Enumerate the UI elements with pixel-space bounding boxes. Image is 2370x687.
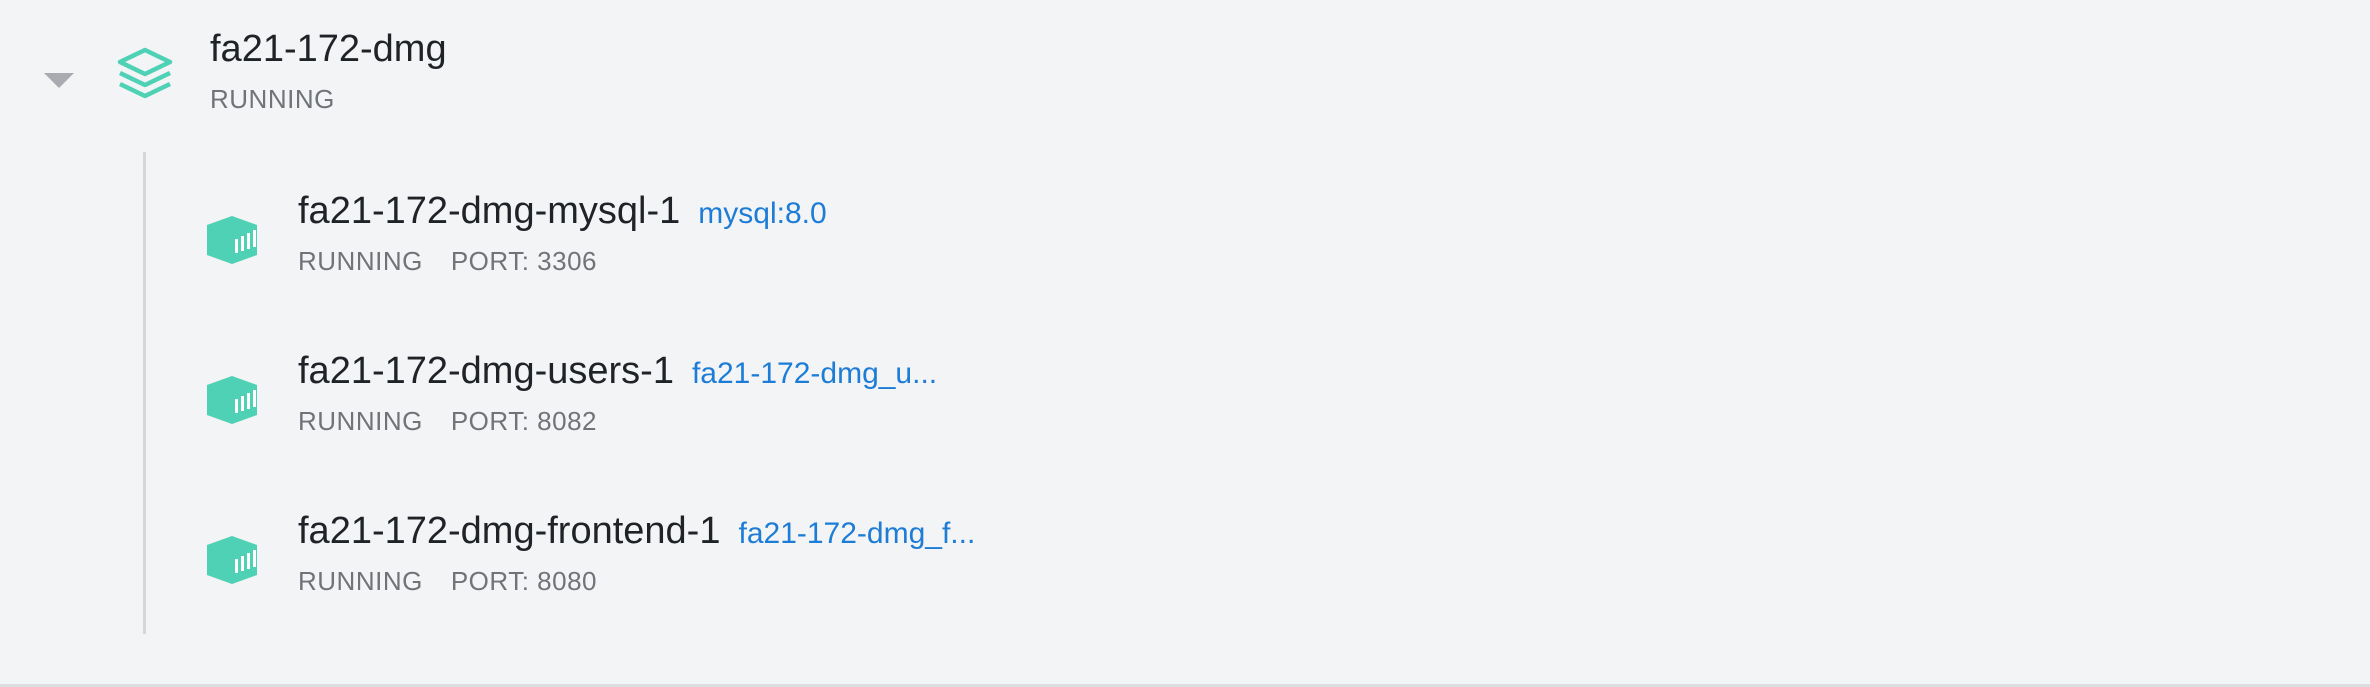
container-name: fa21-172-dmg-mysql-1 mysql:8.0 <box>298 190 827 233</box>
container-port: PORT: 3306 <box>450 246 598 276</box>
compose-group-header[interactable]: fa21-172-dmg RUNNING <box>0 0 2370 140</box>
compose-group-status: RUNNING <box>210 84 335 114</box>
container-row-frontend[interactable]: fa21-172-dmg-frontend-1 fa21-172-dmg_f...… <box>150 510 1950 646</box>
container-name: fa21-172-dmg-users-1 fa21-172-dmg_u... <box>298 350 937 393</box>
container-row-mysql[interactable]: fa21-172-dmg-mysql-1 mysql:8.0 RUNNING POR… <box>150 190 1950 326</box>
container-name-text: fa21-172-dmg-users-1 <box>298 350 674 392</box>
container-icon <box>207 376 257 424</box>
container-name-text: fa21-172-dmg-frontend-1 <box>298 510 721 552</box>
container-image-link[interactable]: fa21-172-dmg_f... <box>738 517 975 550</box>
container-port: PORT: 8080 <box>450 566 598 596</box>
container-name-text: fa21-172-dmg-mysql-1 <box>298 190 681 232</box>
container-icon <box>207 536 257 584</box>
layers-stack-icon <box>117 47 173 99</box>
container-image-link[interactable]: mysql:8.0 <box>698 197 826 230</box>
container-icon <box>207 216 257 264</box>
container-status: RUNNING <box>298 566 423 596</box>
compose-group-name: fa21-172-dmg <box>210 28 447 70</box>
container-status: RUNNING <box>298 406 423 436</box>
tree-connector-line <box>143 152 146 634</box>
container-row-users[interactable]: fa21-172-dmg-users-1 fa21-172-dmg_u... RU… <box>150 350 1950 486</box>
container-name: fa21-172-dmg-frontend-1 fa21-172-dmg_f... <box>298 510 975 553</box>
container-port: PORT: 8082 <box>450 406 598 436</box>
container-status: RUNNING <box>298 246 423 276</box>
container-meta: RUNNING PORT: 8082 <box>298 406 597 437</box>
container-meta: RUNNING PORT: 8080 <box>298 566 597 597</box>
compose-group-panel: fa21-172-dmg RUNNING fa21-172-dmg-mysql-… <box>0 0 2370 687</box>
container-image-link[interactable]: fa21-172-dmg_u... <box>692 357 937 390</box>
container-meta: RUNNING PORT: 3306 <box>298 246 597 277</box>
chevron-down-icon[interactable] <box>44 73 74 88</box>
